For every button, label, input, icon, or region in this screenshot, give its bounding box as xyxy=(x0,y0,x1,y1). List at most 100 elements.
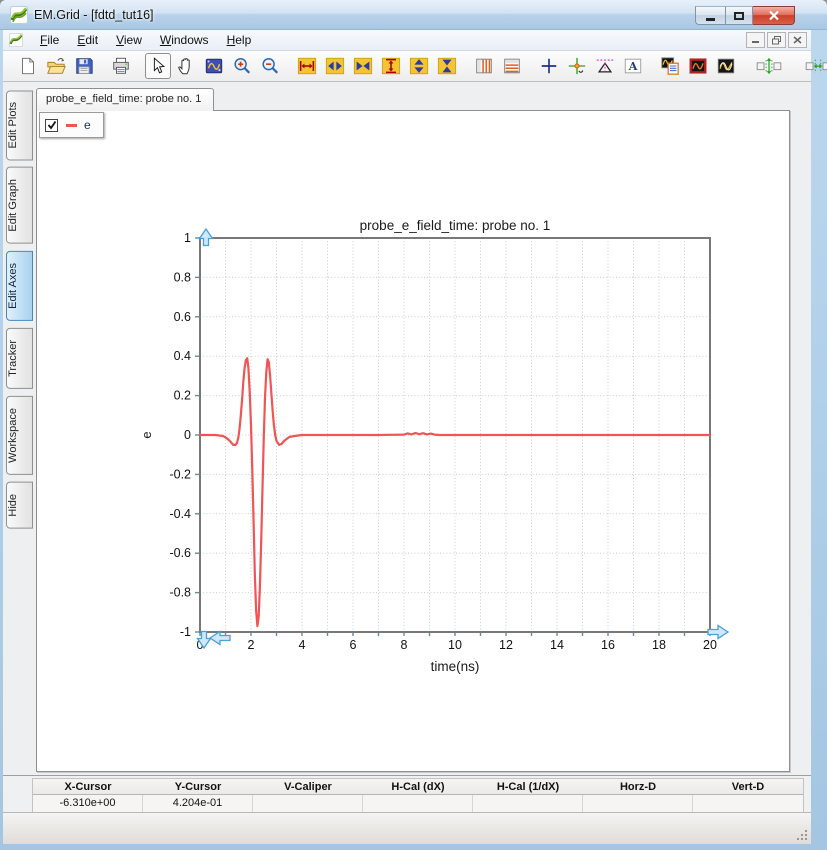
zoom-in-icon xyxy=(232,56,252,76)
cursor-value-cell: -6.310e+00 xyxy=(33,795,143,812)
active-plot-button[interactable] xyxy=(685,53,711,79)
y-zoom-in-button[interactable] xyxy=(406,53,432,79)
vertical-separation-button[interactable] xyxy=(750,53,788,79)
sidebar-tab-edit-plots[interactable]: Edit Plots xyxy=(6,90,33,160)
y-full-extent-button[interactable] xyxy=(378,53,404,79)
x-axis-label: time(ns) xyxy=(431,659,480,674)
legend-checkbox[interactable] xyxy=(45,119,58,132)
cross-cursor-button[interactable] xyxy=(536,53,562,79)
plot-panel: e 10.80.60.40.20-0.2-0.4-0.6-0.8-1024681… xyxy=(36,110,790,772)
menu-windows[interactable]: Windows xyxy=(151,30,218,50)
menu-help[interactable]: Help xyxy=(218,30,261,50)
sidebar-tab-workspace[interactable]: Workspace xyxy=(6,396,33,475)
vertical-grid-icon xyxy=(474,56,494,76)
active-plot-icon xyxy=(688,56,708,76)
menu-bar: FileEditViewWindowsHelp xyxy=(3,30,811,51)
window-title: EM.Grid - [fdtd_tut16] xyxy=(34,8,154,22)
plot-list-button[interactable] xyxy=(657,53,683,79)
application-window: EM.Grid - [fdtd_tut16] FileEditViewWindo… xyxy=(0,0,827,850)
y-tick-label: -0.4 xyxy=(169,507,191,521)
close-button[interactable] xyxy=(753,6,795,25)
cursor-readout-table: X-CursorY-CursorV-CaliperH-Cal (dX)H-Cal… xyxy=(32,778,804,813)
x-tick-label: 10 xyxy=(448,638,462,652)
cursor-col-header: H-Cal (1/dX) xyxy=(473,779,583,795)
status-bar xyxy=(3,812,811,844)
cursor-value-cell: 4.204e-01 xyxy=(143,795,253,812)
pan-hand-button[interactable] xyxy=(173,53,199,79)
select-arrow-button[interactable] xyxy=(145,53,171,79)
axis-handle-top[interactable] xyxy=(200,229,213,246)
zoom-out-button[interactable] xyxy=(257,53,283,79)
x-full-extent-button[interactable] xyxy=(294,53,320,79)
document-icon xyxy=(9,33,23,47)
tracker-button[interactable] xyxy=(564,53,590,79)
cursor-value-cell xyxy=(473,795,583,812)
y-tick-label: 0.2 xyxy=(174,389,191,403)
x-zoom-in-icon xyxy=(325,56,345,76)
plot-list-icon xyxy=(660,56,680,76)
cursor-col-header: Horz-D xyxy=(583,779,693,795)
y-zoom-out-button[interactable] xyxy=(434,53,460,79)
save-button[interactable] xyxy=(71,53,97,79)
x-tick-label: 6 xyxy=(350,638,357,652)
y-zoom-out-icon xyxy=(437,56,457,76)
resize-grip[interactable] xyxy=(795,828,809,842)
open-file-icon xyxy=(46,56,66,76)
y-tick-label: 0.8 xyxy=(174,270,191,284)
sidebar-tab-hide[interactable]: Hide xyxy=(6,482,33,529)
document-tab[interactable]: probe_e_field_time: probe no. 1 xyxy=(36,88,214,111)
zoom-window-button[interactable] xyxy=(201,53,227,79)
zoom-window-icon xyxy=(204,56,224,76)
maximize-button[interactable] xyxy=(725,6,753,25)
close-icon xyxy=(768,10,780,21)
x-tick-label: 14 xyxy=(550,638,564,652)
toolbar: A xyxy=(3,51,811,82)
y-tick-label: -0.2 xyxy=(169,467,191,481)
y-tick-label: 0.6 xyxy=(174,310,191,324)
y-tick-label: -0.8 xyxy=(169,586,191,600)
vertical-grid-button[interactable] xyxy=(471,53,497,79)
vertical-separation-icon xyxy=(753,56,785,76)
zoom-in-button[interactable] xyxy=(229,53,255,79)
new-file-button[interactable] xyxy=(15,53,41,79)
mdi-close-button[interactable] xyxy=(788,32,807,48)
title-bar[interactable]: EM.Grid - [fdtd_tut16] xyxy=(0,0,827,30)
cursor-col-header: V-Caliper xyxy=(253,779,363,795)
plot-canvas[interactable]: 10.80.60.40.20-0.2-0.4-0.6-0.8-102468101… xyxy=(37,111,789,771)
y-axis-label: e xyxy=(139,431,154,438)
horizontal-grid-button[interactable] xyxy=(499,53,525,79)
v-caliper-icon xyxy=(595,56,615,76)
y-tick-label: -1 xyxy=(180,625,191,639)
mdi-restore-button[interactable] xyxy=(767,32,786,48)
cursor-value-cell xyxy=(253,795,363,812)
menu-edit[interactable]: Edit xyxy=(68,30,107,50)
x-tick-label: 4 xyxy=(299,638,306,652)
sidebar-tab-tracker[interactable]: Tracker xyxy=(6,328,33,389)
axis-handle-left[interactable] xyxy=(210,632,230,645)
overlay-plots-icon xyxy=(716,56,736,76)
print-button[interactable] xyxy=(108,53,134,79)
minimize-button[interactable] xyxy=(695,6,725,25)
x-zoom-out-icon xyxy=(353,56,373,76)
sidebar-tab-edit-axes[interactable]: Edit Axes xyxy=(6,251,33,321)
v-caliper-button[interactable] xyxy=(592,53,618,79)
overlay-plots-button[interactable] xyxy=(713,53,739,79)
menu-file[interactable]: File xyxy=(31,30,68,50)
mdi-minimize-button[interactable] xyxy=(746,32,765,48)
cursor-value-cell xyxy=(693,795,803,812)
horizontal-separation-icon xyxy=(802,56,827,76)
x-zoom-out-button[interactable] xyxy=(350,53,376,79)
tracker-icon xyxy=(567,56,587,76)
x-zoom-in-button[interactable] xyxy=(322,53,348,79)
menu-view[interactable]: View xyxy=(107,30,151,50)
cursor-col-header: X-Cursor xyxy=(33,779,143,795)
sidebar-tab-edit-graph[interactable]: Edit Graph xyxy=(6,167,33,244)
cursor-col-header: Vert-D xyxy=(693,779,803,795)
open-file-button[interactable] xyxy=(43,53,69,79)
x-tick-label: 8 xyxy=(401,638,408,652)
horizontal-separation-button[interactable] xyxy=(799,53,827,79)
zoom-out-icon xyxy=(260,56,280,76)
plot-panel-area: probe_e_field_time: probe no. 1 e 10.80.… xyxy=(36,82,811,775)
main-area: Edit Plots Edit Graph Edit Axes Tracker Work… xyxy=(3,82,811,776)
text-label-button[interactable]: A xyxy=(620,53,646,79)
